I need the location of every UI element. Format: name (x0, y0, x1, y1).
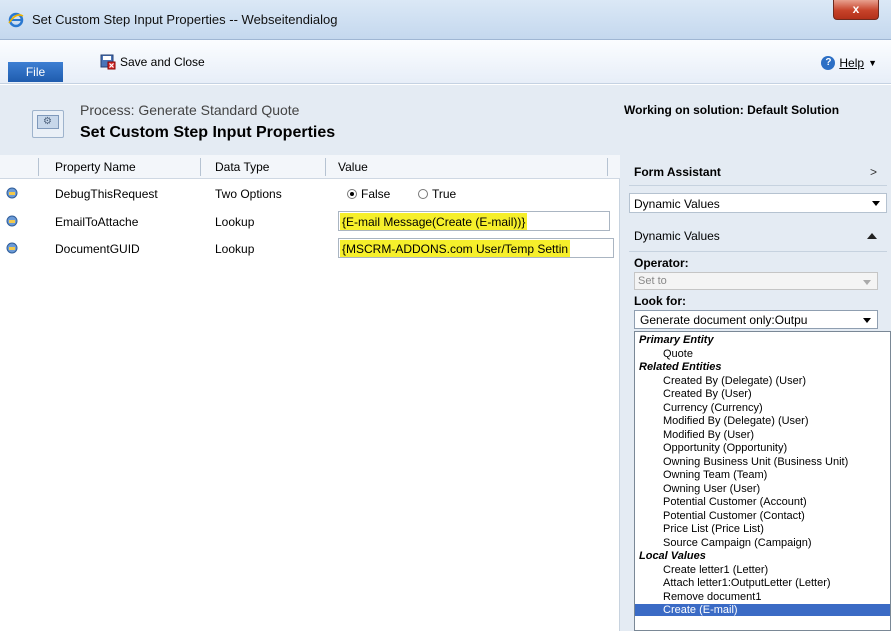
radio-button (418, 189, 428, 199)
chevron-down-icon (863, 280, 871, 285)
help-label: Help (839, 56, 865, 70)
property-name: EmailToAttache (55, 215, 139, 229)
list-option[interactable]: Currency (Currency) (635, 402, 890, 414)
column-header-value[interactable]: Value (338, 160, 368, 174)
chevron-right-icon[interactable]: > (870, 165, 877, 179)
list-option[interactable]: Created By (User) (635, 388, 890, 400)
list-option[interactable]: Modified By (Delegate) (User) (635, 415, 890, 427)
list-option[interactable]: Remove document1 (635, 591, 890, 603)
form-assistant-type-select[interactable]: Dynamic Values (629, 193, 887, 213)
process-label: Process: Generate Standard Quote (80, 102, 300, 118)
property-icon (6, 187, 18, 199)
list-option[interactable]: Owning Team (Team) (635, 469, 890, 481)
radio-button-selected (347, 189, 357, 199)
list-option[interactable]: Owning Business Unit (Business Unit) (635, 456, 890, 468)
list-option[interactable]: Potential Customer (Account) (635, 496, 890, 508)
list-option[interactable]: Modified By (User) (635, 429, 890, 441)
form-assistant-title: Form Assistant (634, 165, 721, 179)
window-title-bar: Set Custom Step Input Properties -- Webs… (0, 0, 891, 40)
list-option[interactable]: Attach letter1:OutputLetter (Letter) (635, 577, 890, 589)
operator-value: Set to (638, 275, 667, 287)
list-option[interactable]: Owning User (User) (635, 483, 890, 495)
operator-label: Operator: (634, 256, 689, 270)
value-input[interactable]: {MSCRM-ADDONS.com User/Temp Settin (338, 238, 614, 258)
close-button[interactable]: x (833, 0, 879, 20)
help-menu[interactable]: ? Help ▼ (821, 56, 877, 70)
help-icon: ? (821, 56, 836, 70)
process-icon: ⚙ (32, 110, 64, 138)
dynamic-values-section-label: Dynamic Values (634, 229, 720, 243)
solution-label: Working on solution: Default Solution (624, 103, 840, 117)
page-header: ⚙ Process: Generate Standard Quote Set C… (0, 85, 891, 155)
look-for-select[interactable]: Generate document only:Outpu (634, 310, 878, 329)
collapse-up-icon[interactable] (867, 233, 877, 239)
column-separator (38, 158, 39, 176)
table-row[interactable]: DocumentGUID Lookup {MSCRM-ADDONS.com Us… (0, 236, 620, 261)
list-option[interactable]: Potential Customer (Contact) (635, 510, 890, 522)
ribbon: File Save and Close ? Help ▼ (0, 40, 891, 84)
save-and-close-label: Save and Close (120, 55, 205, 69)
property-name: DebugThisRequest (55, 187, 158, 201)
chevron-down-icon: ▼ (868, 58, 877, 68)
table-row[interactable]: DebugThisRequest Two Options False True (0, 181, 620, 206)
close-icon: x (852, 2, 860, 16)
property-name: DocumentGUID (55, 242, 140, 256)
column-separator (200, 158, 201, 176)
divider (629, 251, 887, 252)
save-close-icon (100, 54, 116, 70)
file-tab[interactable]: File (8, 62, 63, 82)
table-row[interactable]: EmailToAttache Lookup {E-mail Message(Cr… (0, 209, 620, 234)
internet-explorer-icon (8, 12, 24, 28)
list-group-header: Primary Entity (639, 334, 714, 346)
dynamic-value-token: {MSCRM-ADDONS.com User/Temp Settin (340, 240, 571, 257)
page-title: Set Custom Step Input Properties (80, 124, 336, 141)
window-title: Set Custom Step Input Properties -- Webs… (32, 12, 338, 27)
look-for-value: Generate document only:Outpu (640, 313, 808, 327)
radio-false[interactable]: False (347, 187, 390, 201)
property-icon (6, 242, 18, 254)
save-and-close-button[interactable]: Save and Close (100, 54, 205, 70)
list-option[interactable]: Create (E-mail) (635, 604, 890, 616)
list-group-header: Local Values (639, 550, 706, 562)
list-option[interactable]: Price List (Price List) (635, 523, 890, 535)
list-option[interactable]: Quote (635, 348, 890, 360)
list-option[interactable]: Opportunity (Opportunity) (635, 442, 890, 454)
list-group-header: Related Entities (639, 361, 722, 373)
data-type: Two Options (215, 187, 282, 201)
column-separator (607, 158, 608, 176)
data-type: Lookup (215, 215, 255, 229)
list-option[interactable]: Created By (Delegate) (User) (635, 375, 890, 387)
divider (629, 185, 887, 186)
value-input[interactable]: {E-mail Message(Create (E-mail))} (338, 211, 610, 231)
list-option[interactable]: Source Campaign (Campaign) (635, 537, 890, 549)
property-icon (6, 215, 18, 227)
radio-true[interactable]: True (418, 187, 456, 201)
radio-false-label: False (361, 187, 391, 201)
list-option[interactable]: Create letter1 (Letter) (635, 564, 890, 576)
column-separator (325, 158, 326, 176)
radio-true-label: True (432, 187, 457, 201)
select-value: Dynamic Values (634, 197, 720, 211)
properties-grid: Property Name Data Type Value DebugThisR… (0, 155, 620, 631)
chevron-down-icon (863, 318, 871, 323)
column-header-data-type[interactable]: Data Type (215, 160, 269, 174)
dynamic-value-token: {E-mail Message(Create (E-mail))} (340, 213, 528, 230)
chevron-down-icon (872, 201, 880, 206)
operator-select: Set to (634, 272, 878, 290)
grid-header: Property Name Data Type Value (0, 155, 620, 179)
column-header-property-name[interactable]: Property Name (55, 160, 136, 174)
look-for-label: Look for: (634, 294, 686, 308)
look-for-options-list[interactable]: Primary Entity Quote Related Entities Creat… (634, 331, 891, 631)
data-type: Lookup (215, 242, 255, 256)
